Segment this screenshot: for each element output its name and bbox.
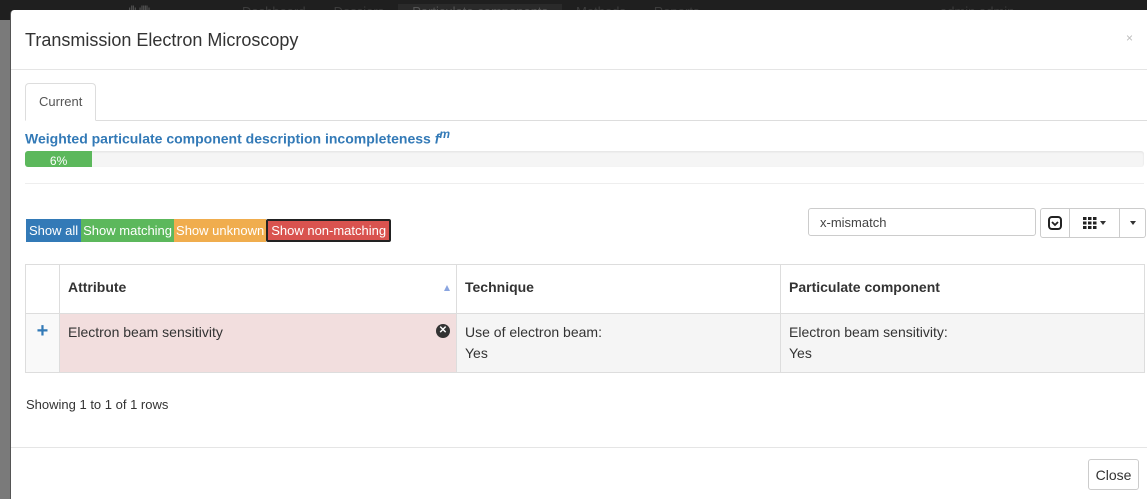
show-unknown-button[interactable]: Show unknown	[174, 219, 267, 242]
section-divider	[25, 183, 1144, 184]
footer-divider	[11, 447, 1147, 448]
grid-icon	[1083, 217, 1097, 229]
component-label: Electron beam sensitivity:	[789, 324, 948, 340]
search-input[interactable]	[808, 208, 1036, 236]
incompleteness-label: Weighted particulate component descripti…	[25, 130, 431, 147]
progress-percent-label: 6%	[49, 154, 68, 167]
table-row: + Electron beam sensitivity ✕ Use of ele…	[25, 313, 1145, 373]
modal-title: Transmission Electron Microscopy	[25, 30, 299, 50]
caret-down-icon	[1129, 221, 1136, 225]
columns-button[interactable]	[1070, 208, 1120, 238]
show-matching-button[interactable]: Show matching	[81, 219, 175, 242]
technique-header-label: Technique	[465, 279, 534, 295]
attribute-value: Electron beam sensitivity	[68, 324, 223, 340]
toggle-icon	[1048, 216, 1062, 230]
incompleteness-progress: 6%	[25, 151, 1144, 167]
expand-cell: +	[25, 313, 60, 373]
modal-header: Transmission Electron Microscopy ×	[11, 10, 1147, 70]
show-all-button[interactable]: Show all	[26, 219, 82, 242]
incompleteness-heading: Weighted particulate component descripti…	[25, 127, 450, 147]
component-value: Yes	[789, 345, 812, 361]
expand-column-header	[25, 264, 60, 314]
modal-dialog: Transmission Electron Microscopy × Curre…	[10, 10, 1147, 499]
filter-button-group: Show all Show matching Show unknown Show…	[26, 219, 392, 242]
technique-label: Use of electron beam:	[465, 324, 602, 340]
technique-column-header[interactable]: Technique	[456, 264, 781, 314]
attribute-header-label: Attribute	[68, 279, 127, 295]
tab-current[interactable]: Current	[25, 83, 97, 121]
sort-ascending-icon	[444, 285, 450, 291]
progress-bar-fill: 6%	[25, 151, 93, 167]
incompleteness-superscript: m	[439, 127, 451, 141]
close-button[interactable]: Close	[1088, 459, 1139, 490]
chevron-down-icon	[1100, 221, 1106, 225]
toggle-view-button[interactable]	[1040, 208, 1070, 238]
particulate-component-header-label: Particulate component	[789, 279, 940, 295]
attribute-cell: Electron beam sensitivity ✕	[59, 313, 457, 373]
comparison-table: Attribute Technique Particulate componen…	[25, 264, 1145, 373]
technique-cell: Use of electron beam: Yes	[456, 313, 781, 373]
close-icon[interactable]: ×	[1120, 30, 1139, 46]
particulate-component-cell: Electron beam sensitivity: Yes	[780, 313, 1145, 373]
export-dropdown-button[interactable]	[1120, 208, 1146, 238]
particulate-component-column-header[interactable]: Particulate component	[780, 264, 1145, 314]
table-header-row: Attribute Technique Particulate componen…	[25, 264, 1145, 314]
tab-bar: Current	[25, 83, 1147, 121]
show-non-matching-button[interactable]: Show non-matching	[266, 219, 392, 242]
remove-circle-icon[interactable]: ✕	[436, 324, 450, 338]
plus-icon[interactable]: +	[37, 320, 49, 342]
pagination-info: Showing 1 to 1 of 1 rows	[26, 397, 169, 412]
attribute-column-header[interactable]: Attribute	[59, 264, 457, 314]
technique-value: Yes	[465, 345, 488, 361]
